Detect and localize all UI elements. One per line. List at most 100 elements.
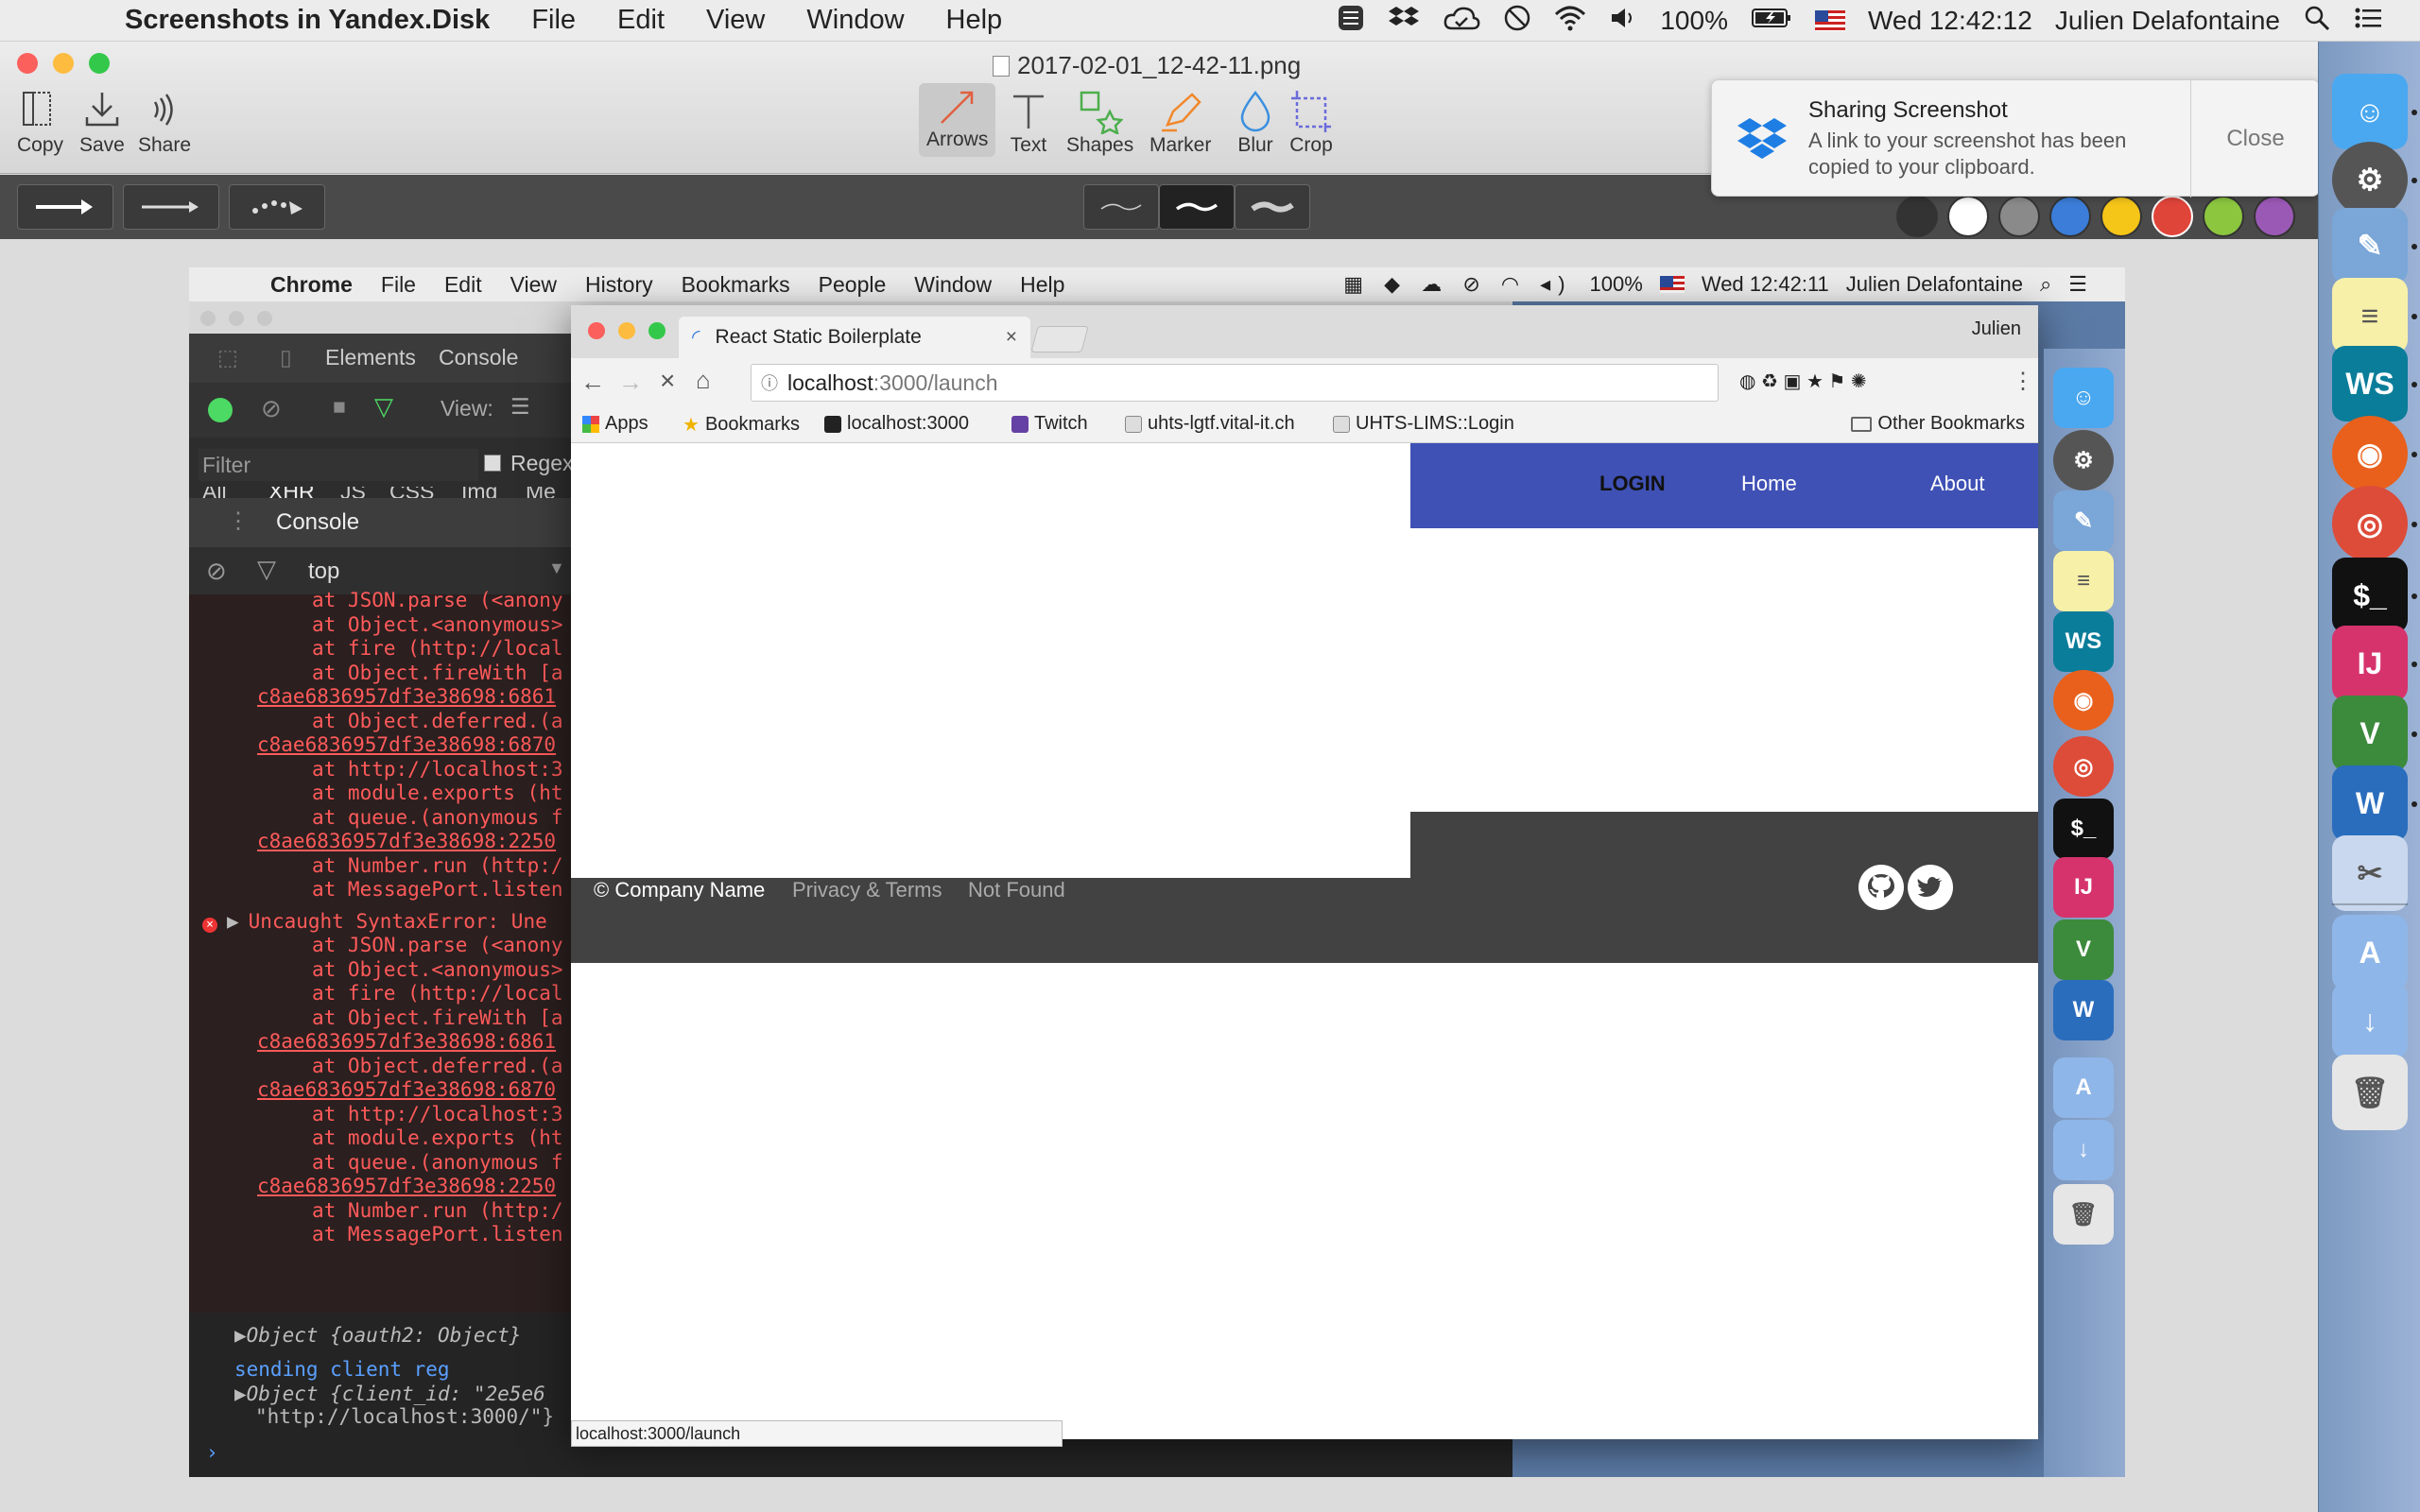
console-stack-line[interactable]: c8ae6836957df3e38698:6870	[257, 1078, 556, 1101]
marker-tool[interactable]: Marker	[1150, 89, 1211, 157]
dropbox-icon	[1735, 112, 1789, 167]
window-controls	[17, 53, 110, 74]
arrow-style-thin-button[interactable]	[123, 184, 219, 230]
menu-view[interactable]: View	[706, 5, 765, 36]
notes-icon[interactable]: ≡	[2332, 278, 2408, 353]
notification-close-button[interactable]: Close	[2190, 80, 2321, 198]
footer-privacy-link: Privacy & Terms	[792, 878, 942, 902]
battery-icon[interactable]	[1751, 6, 1792, 36]
spotlight-search-icon[interactable]	[2303, 4, 2331, 39]
app-menu[interactable]: Screenshots in Yandex.Disk	[125, 5, 490, 36]
crop-tool[interactable]: Crop	[1289, 89, 1333, 157]
wifi-icon[interactable]	[1554, 5, 1586, 38]
console-stack-line: at queue.(anonymous f	[312, 805, 563, 829]
clock[interactable]: Wed 12:42:12	[1868, 6, 2032, 36]
inner-menu-file: File	[380, 271, 416, 297]
save-button[interactable]: Save	[79, 89, 125, 157]
url-path: :3000/launch	[873, 369, 998, 395]
clear-icon: ⊘	[261, 394, 282, 422]
console-stack-line[interactable]: c8ae6836957df3e38698:2250	[257, 830, 556, 852]
color-swatch[interactable]	[1998, 196, 2040, 237]
zoom-window-button[interactable]	[89, 53, 110, 74]
url-host: localhost	[787, 369, 873, 395]
nav-about: About	[1930, 472, 1985, 495]
text-tool[interactable]: Text	[1008, 89, 1049, 157]
finder-icon[interactable]: ☺	[2332, 74, 2408, 149]
arrows-tool[interactable]: Arrows	[919, 83, 996, 157]
devtools-close-dot	[200, 311, 216, 326]
webstorm-icon[interactable]: WS	[2332, 346, 2408, 421]
applications-folder-icon[interactable]: A	[2332, 915, 2408, 990]
screenshot-icon[interactable]: ✂	[2332, 835, 2408, 911]
running-indicator	[2411, 731, 2417, 737]
console-stack-line: at module.exports (ht	[312, 782, 563, 804]
copy-button[interactable]: Copy	[17, 89, 63, 157]
thick-arrow-icon	[36, 199, 93, 215]
word-icon[interactable]: W	[2332, 765, 2408, 841]
inner-status-icons: ▦ ◆ ☁ ⊘ ◠ ◂)	[1343, 272, 1573, 296]
inner-menu-bookmarks: Bookmarks	[681, 271, 790, 297]
color-swatch[interactable]	[2203, 196, 2244, 237]
vim-icon[interactable]: V	[2332, 696, 2408, 771]
menu-help[interactable]: Help	[946, 5, 1003, 36]
console-stack-line[interactable]: c8ae6836957df3e38698:6861	[257, 685, 556, 708]
arrow-style-straight-button[interactable]	[17, 184, 113, 230]
camera-icon: ■	[333, 394, 346, 419]
bookmark-uhts-label: uhts-lgtf.vital-it.ch	[1148, 413, 1295, 434]
screenshot-canvas[interactable]: Chrome File Edit View History Bookmarks …	[189, 267, 2125, 1477]
context-dropdown-icon: ▼	[548, 558, 565, 577]
yandex-cloud-icon[interactable]	[1443, 4, 1480, 39]
blur-tool[interactable]: Blur	[1235, 89, 1276, 157]
console-stack-line[interactable]: c8ae6836957df3e38698:2250	[257, 1175, 556, 1197]
thin-arrow-icon	[142, 201, 199, 213]
shapes-tool[interactable]: Shapes	[1066, 89, 1133, 157]
chrome-tab-title: React Static Boilerplate	[715, 326, 922, 348]
console-stack-line: at Object.<anonymous>	[312, 957, 563, 981]
share-button[interactable]: Share	[138, 89, 191, 157]
share-icon	[144, 89, 185, 134]
running-indicator	[2411, 593, 2417, 599]
profile-name: Julien	[1971, 318, 2021, 339]
crop-label: Crop	[1289, 134, 1333, 156]
blur-icon	[1235, 89, 1276, 134]
console-error-line[interactable]: × ▶ Uncaught SyntaxError: Une	[202, 910, 547, 933]
color-swatch[interactable]	[1896, 196, 1938, 237]
menu-window[interactable]: Window	[806, 5, 904, 36]
trash-icon[interactable]: 🗑	[2332, 1055, 2408, 1130]
console-stack-line[interactable]: c8ae6836957df3e38698:6870	[257, 733, 556, 756]
grid-status-icon[interactable]	[1337, 4, 1365, 39]
stroke-thin-button[interactable]	[1083, 184, 1159, 230]
input-source-flag-icon[interactable]	[1814, 10, 1845, 31]
user-name[interactable]: Julien Delafontaine	[2055, 6, 2280, 36]
minimize-window-button[interactable]	[53, 53, 74, 74]
preview-icon[interactable]: ✎	[2332, 208, 2408, 284]
color-swatch[interactable]	[2100, 196, 2142, 237]
save-label: Save	[79, 134, 125, 156]
notification-center-icon[interactable]	[2354, 6, 2382, 37]
volume-icon[interactable]	[1609, 5, 1637, 38]
firefox-icon[interactable]: ◉	[2332, 416, 2408, 491]
chrome-icon[interactable]: ◎	[2332, 486, 2408, 561]
color-swatch[interactable]	[2049, 196, 2091, 237]
page-icon	[1125, 415, 1142, 433]
color-swatch[interactable]	[2152, 196, 2193, 237]
do-not-disturb-icon[interactable]	[1503, 4, 1531, 39]
window-title-text: 2017-02-01_12-42-11.png	[1017, 51, 1302, 79]
downloads-folder-icon[interactable]: ↓	[2332, 983, 2408, 1058]
close-window-button[interactable]	[17, 53, 38, 74]
console-stack-line[interactable]: c8ae6836957df3e38698:6861	[257, 1030, 556, 1053]
menu-file[interactable]: File	[531, 5, 576, 36]
stroke-medium-button[interactable]	[1159, 184, 1235, 230]
arrow-icon	[934, 83, 981, 129]
color-swatch[interactable]	[1947, 196, 1989, 237]
arrow-style-dotted-button[interactable]	[229, 184, 325, 230]
battery-percent: 100%	[1660, 6, 1728, 35]
terminal-icon[interactable]: $_	[2332, 558, 2408, 633]
dropbox-status-icon[interactable]	[1388, 4, 1420, 39]
menu-edit[interactable]: Edit	[617, 5, 665, 36]
inner-app-menu: Chrome	[270, 271, 353, 297]
color-swatch[interactable]	[2254, 196, 2295, 237]
system-preferences-icon[interactable]: ⚙	[2332, 142, 2408, 217]
stroke-thick-button[interactable]	[1235, 184, 1310, 230]
intellij-icon[interactable]: IJ	[2332, 626, 2408, 701]
